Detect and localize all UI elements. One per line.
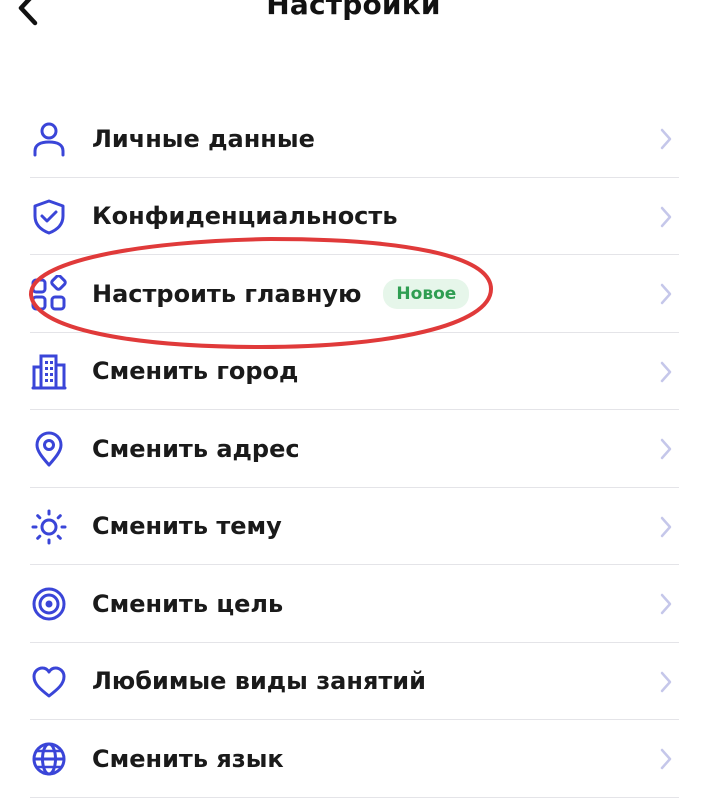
settings-item-customize-home[interactable]: Настроить главную Новое <box>0 255 707 333</box>
settings-item-change-language[interactable]: Сменить язык <box>0 720 707 798</box>
settings-item-label: Любимые виды занятий <box>92 667 426 696</box>
settings-item-change-goal[interactable]: Сменить цель <box>0 565 707 643</box>
target-icon <box>30 585 68 623</box>
chevron-right-icon <box>660 128 672 150</box>
person-icon <box>30 120 68 158</box>
chevron-right-icon <box>660 283 672 305</box>
settings-item-label: Сменить адрес <box>92 434 300 463</box>
settings-item-label: Личные данные <box>92 124 315 153</box>
settings-item-label: Конфиденциальность <box>92 202 398 231</box>
building-icon <box>30 353 68 391</box>
settings-item-label: Сменить тему <box>92 512 282 541</box>
new-badge: Новое <box>383 278 470 309</box>
settings-item-label: Сменить цель <box>92 589 284 618</box>
settings-item-label-text: Настроить главную <box>92 279 362 308</box>
page-title: Настройки <box>266 0 441 21</box>
chevron-right-icon <box>660 671 672 692</box>
divider <box>30 796 679 798</box>
chevron-right-icon <box>660 516 672 537</box>
widgets-grid-icon <box>30 275 68 313</box>
chevron-right-icon <box>660 748 672 770</box>
settings-item-label: Сменить язык <box>92 744 284 773</box>
chevron-right-icon <box>660 438 672 460</box>
heart-icon <box>30 663 68 701</box>
settings-item-label: Сменить город <box>92 357 299 386</box>
settings-item-change-address[interactable]: Сменить адрес <box>0 410 707 488</box>
chevron-right-icon <box>660 593 672 615</box>
chevron-right-icon <box>660 206 672 227</box>
settings-item-change-theme[interactable]: Сменить тему <box>0 488 707 565</box>
settings-item-privacy[interactable]: Конфиденциальность <box>0 178 707 255</box>
chevron-right-icon <box>660 361 672 382</box>
settings-item-favorite-activities[interactable]: Любимые виды занятий <box>0 643 707 720</box>
settings-item-label: Настроить главную Новое <box>92 255 470 333</box>
settings-list: Личные данные Конфиденциальность Настрои… <box>0 100 707 798</box>
sun-icon <box>30 508 68 546</box>
shield-check-icon <box>30 198 68 236</box>
location-pin-icon <box>30 430 68 468</box>
globe-icon <box>30 740 68 778</box>
settings-item-personal-data[interactable]: Личные данные <box>0 100 707 178</box>
settings-item-change-city[interactable]: Сменить город <box>0 333 707 410</box>
header: Настройки <box>0 0 707 40</box>
